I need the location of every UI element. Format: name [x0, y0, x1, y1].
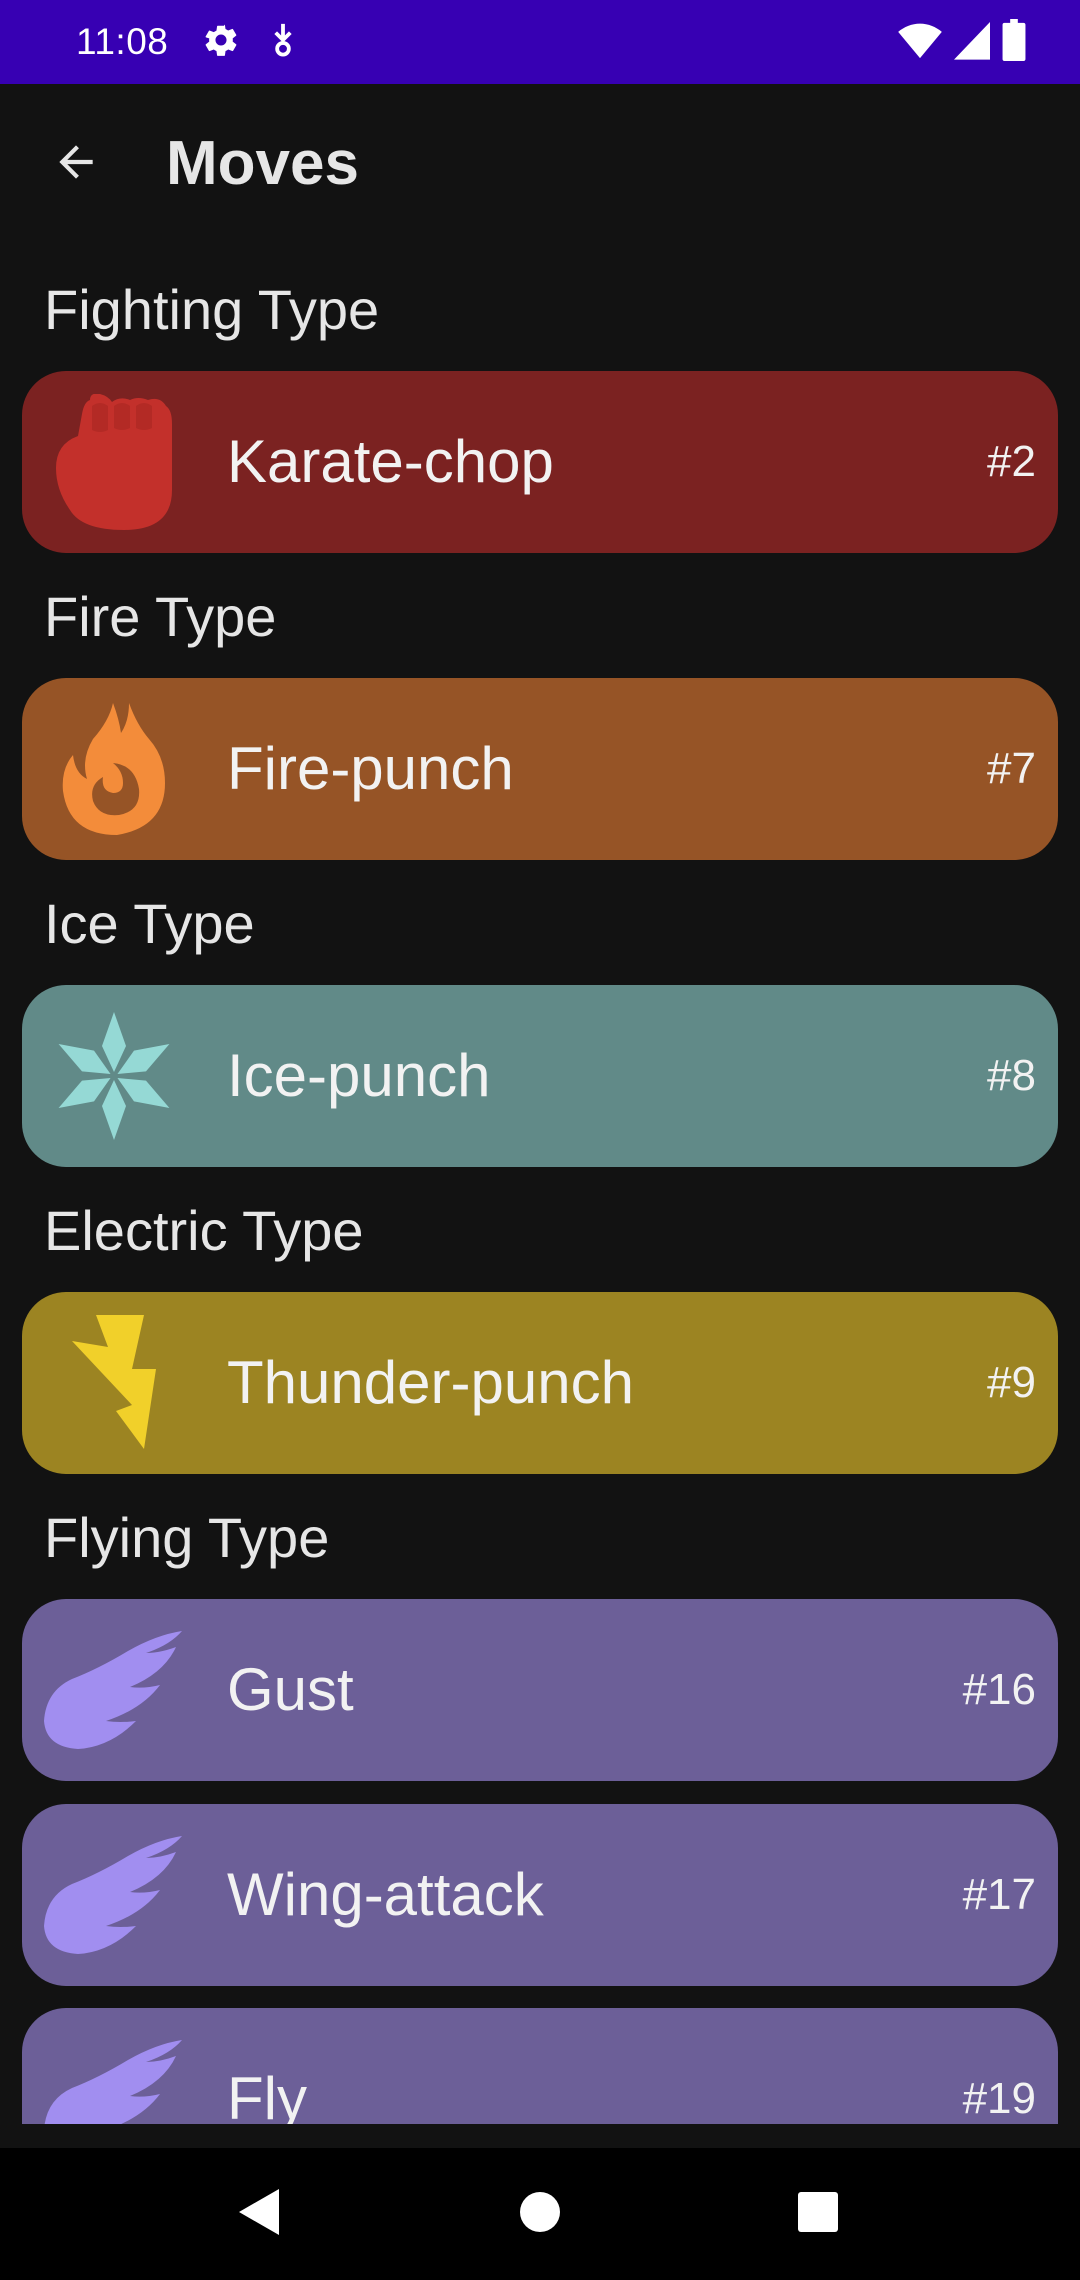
move-name: Fire-punch: [227, 735, 514, 802]
move-name: Fly: [227, 2065, 307, 2124]
move-number: #19: [962, 2074, 1036, 2123]
system-nav-bar: [0, 2148, 1080, 2280]
move-number: #16: [962, 1665, 1036, 1714]
move-number: #17: [962, 1870, 1036, 1919]
section-header-electric: Electric Type: [44, 1199, 364, 1262]
nav-recents-button[interactable]: [778, 2174, 858, 2254]
wing-icon: [44, 1620, 184, 1760]
nav-home-icon: [518, 2190, 562, 2239]
download-notification-icon: [268, 21, 298, 64]
move-name: Gust: [227, 1656, 354, 1723]
move-name: Wing-attack: [227, 1861, 544, 1928]
status-time: 11:08: [76, 21, 169, 62]
section-header-flying: Flying Type: [44, 1506, 330, 1569]
move-card-karate-chop[interactable]: Karate-chop #2: [22, 371, 1058, 553]
nav-back-icon: [237, 2187, 283, 2242]
move-card-fly[interactable]: Fly #19: [22, 2008, 1058, 2124]
move-card-thunder-punch[interactable]: Thunder-punch #9: [22, 1292, 1058, 1474]
move-card-ice-punch[interactable]: Ice-punch #8: [22, 985, 1058, 1167]
nav-recents-icon: [797, 2191, 839, 2238]
move-name: Ice-punch: [227, 1042, 491, 1109]
move-card-wing-attack[interactable]: Wing-attack #17: [22, 1804, 1058, 1986]
move-name: Karate-chop: [227, 428, 554, 495]
move-number: #9: [987, 1358, 1036, 1407]
section-header-fire: Fire Type: [44, 585, 277, 648]
nav-back-button[interactable]: [220, 2174, 300, 2254]
fist-icon: [44, 392, 184, 532]
app-bar: Moves: [0, 84, 1080, 244]
back-button[interactable]: [36, 124, 116, 204]
lightning-bolt-icon: [44, 1313, 184, 1453]
move-number: #7: [987, 744, 1036, 793]
battery-icon: [1002, 18, 1026, 66]
page-title: Moves: [166, 129, 359, 198]
wifi-icon: [898, 20, 942, 65]
wing-icon: [44, 2029, 184, 2124]
move-name: Thunder-punch: [227, 1349, 634, 1416]
flame-icon: [44, 699, 184, 839]
move-number: #8: [987, 1051, 1036, 1100]
section-header-fighting: Fighting Type: [44, 278, 380, 341]
cellular-signal-icon: [954, 20, 990, 65]
move-card-gust[interactable]: Gust #16: [22, 1599, 1058, 1781]
move-number: #2: [987, 437, 1036, 486]
moves-list[interactable]: Fighting Type Karate-chop #2 Fire Type F…: [0, 244, 1080, 2124]
move-card-fire-punch[interactable]: Fire-punch #7: [22, 678, 1058, 860]
arrow-back-icon: [51, 137, 101, 192]
status-bar: 11:08: [0, 0, 1080, 84]
section-header-ice: Ice Type: [44, 892, 255, 955]
snowflake-icon: [44, 1006, 184, 1146]
wing-icon: [44, 1825, 184, 1965]
nav-home-button[interactable]: [500, 2174, 580, 2254]
settings-gear-icon: [202, 21, 240, 64]
